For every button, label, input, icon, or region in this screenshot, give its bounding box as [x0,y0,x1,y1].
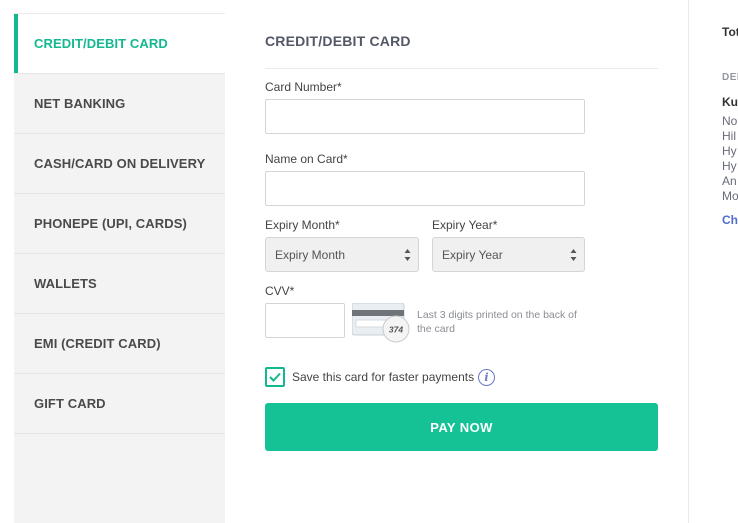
checkmark-icon [269,372,281,382]
sidebar-item-label: EMI (CREDIT CARD) [34,336,161,351]
section-title: CREDIT/DEBIT CARD [265,33,411,49]
save-card-checkbox[interactable] [265,367,285,387]
address-line: No [722,114,738,128]
address-line: Hil [722,129,736,143]
address-line: Hy [722,159,737,173]
expiry-year-value: Expiry Year [442,247,503,262]
expiry-year-select[interactable]: Expiry Year [432,237,585,272]
sidebar-item-label: WALLETS [34,276,97,291]
address-line: An [722,174,737,188]
info-icon[interactable]: i [478,369,495,386]
sidebar-item-gift-card[interactable]: GIFT CARD [14,374,225,434]
expiry-month-value: Expiry Month [275,247,346,262]
deliver-to-label: DEL [722,72,738,83]
address-line: Mo [722,189,738,203]
divider [688,0,689,523]
sidebar-item-label: GIFT CARD [34,396,106,411]
card-number-label: Card Number* [265,80,342,94]
pay-now-button[interactable]: PAY NOW [265,403,658,451]
name-on-card-label: Name on Card* [265,152,348,166]
cvv-label: CVV* [265,284,295,298]
sidebar-item-label: CASH/CARD ON DELIVERY [34,156,206,171]
sidebar-item-emi[interactable]: EMI (CREDIT CARD) [14,314,225,374]
name-on-card-input[interactable] [265,171,585,206]
expiry-month-select[interactable]: Expiry Month [265,237,419,272]
recipient-name: Kul [722,95,738,109]
expiry-month-label: Expiry Month* [265,218,340,232]
card-cvv-number: 374 [389,325,403,335]
change-address-link[interactable]: Cha [722,213,738,227]
sidebar-item-net-banking[interactable]: NET BANKING [14,74,225,134]
payment-options-sidebar: CREDIT/DEBIT CARD NET BANKING CASH/CARD … [14,13,225,523]
divider [265,68,658,69]
card-back-icon: 374 [352,303,410,343]
cvv-hint: Last 3 digits printed on the back of the… [417,309,577,335]
payment-page: CREDIT/DEBIT CARD NET BANKING CASH/CARD … [0,0,738,523]
select-arrows-icon [570,249,577,261]
order-summary-panel: Tot DEL Kul No Hil Hy Hy An Mo Cha [722,0,738,523]
expiry-year-label: Expiry Year* [432,218,498,232]
card-number-input[interactable] [265,99,585,134]
sidebar-item-label: NET BANKING [34,96,126,111]
sidebar-item-cash-on-delivery[interactable]: CASH/CARD ON DELIVERY [14,134,225,194]
sidebar-item-credit-debit-card[interactable]: CREDIT/DEBIT CARD [14,14,225,74]
sidebar-item-phonepe[interactable]: PHONEPE (UPI, CARDS) [14,194,225,254]
save-card-label: Save this card for faster payments [292,370,475,384]
cvv-input[interactable] [265,303,345,338]
select-arrows-icon [404,249,411,261]
address-line: Hy [722,144,737,158]
sidebar-item-label: PHONEPE (UPI, CARDS) [34,216,187,231]
total-label: Tot [722,25,738,39]
sidebar-item-label: CREDIT/DEBIT CARD [34,36,168,51]
sidebar-item-wallets[interactable]: WALLETS [14,254,225,314]
